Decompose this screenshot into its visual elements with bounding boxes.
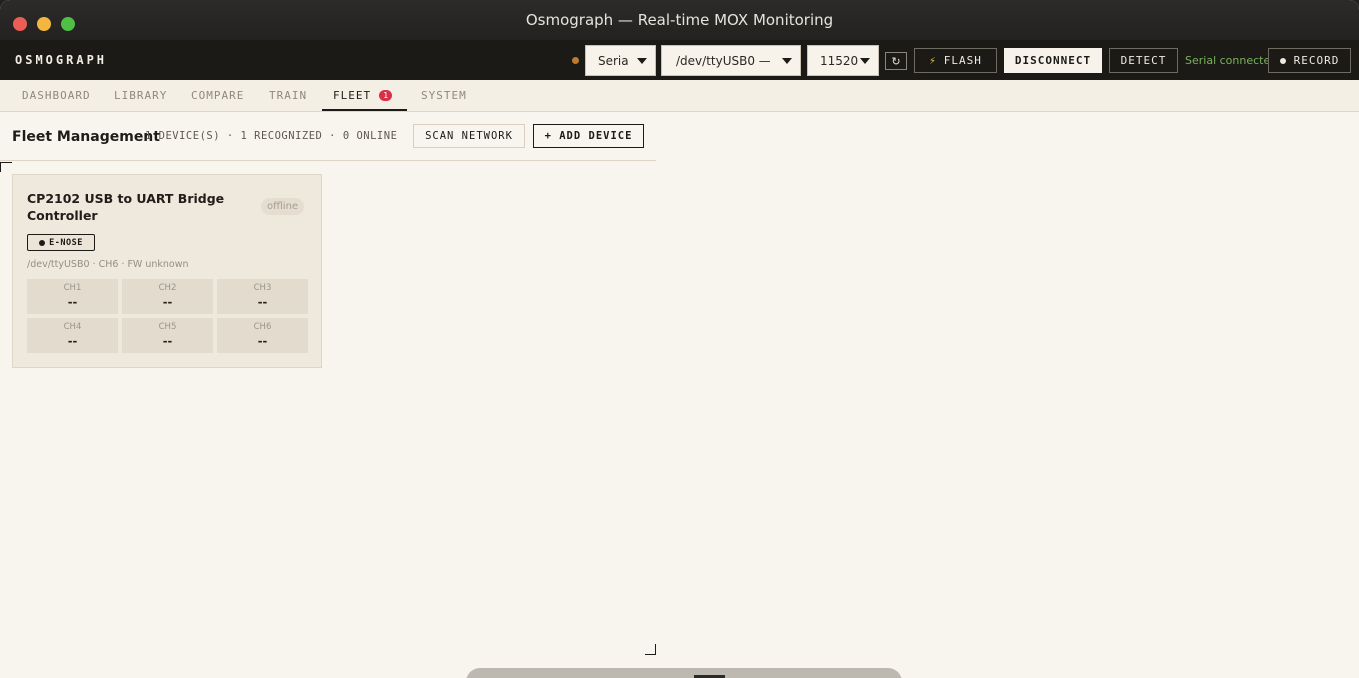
baud-rate-select[interactable]: 11520 (807, 45, 879, 76)
lightning-icon: ⚡ (929, 54, 937, 67)
main-tabs: DASHBOARD LIBRARY COMPARE TRAIN FLEET 1 S… (0, 80, 1359, 112)
channel-label: CH1 (63, 283, 82, 293)
channel-cell: CH4 -- (27, 318, 118, 353)
detect-label: DETECT (1120, 54, 1167, 67)
header-divider (0, 160, 656, 161)
channel-grid: CH1 -- CH2 -- CH3 -- CH4 -- CH5 -- CH6 -… (27, 279, 308, 353)
serial-status-text: Serial connected (1185, 54, 1278, 67)
disconnect-button[interactable]: DISCONNECT (1004, 48, 1102, 73)
record-label: RECORD (1293, 54, 1340, 67)
flash-button[interactable]: ⚡ FLASH (914, 48, 997, 73)
status-badge: offline (261, 198, 305, 215)
channel-value: -- (257, 295, 268, 309)
record-dot-icon (1279, 57, 1286, 64)
connection-status-dot (572, 57, 579, 64)
tab-system[interactable]: SYSTEM (421, 89, 467, 102)
detect-button[interactable]: DETECT (1109, 48, 1178, 73)
channel-cell: CH5 -- (122, 318, 213, 353)
chevron-down-icon (637, 58, 647, 64)
fleet-panel: Fleet Management 1 DEVICE(S) · 1 RECOGNI… (0, 112, 1359, 678)
connection-type-value: Seria (598, 53, 629, 68)
dock-bar (466, 668, 902, 678)
connection-type-select[interactable]: Seria (585, 45, 656, 76)
channel-label: CH2 (158, 283, 177, 293)
channel-value: -- (67, 295, 78, 309)
add-device-button[interactable]: + ADD DEVICE (533, 124, 644, 148)
close-window-button[interactable] (13, 17, 27, 31)
selection-corner-bottom-right (645, 644, 656, 655)
device-type-label: E-NOSE (49, 237, 83, 248)
fleet-stats: 1 DEVICE(S) · 1 RECOGNIZED · 0 ONLINE (145, 130, 398, 142)
title-bar: Osmograph — Real-time MOX Monitoring (0, 0, 1359, 40)
page-title: Fleet Management (12, 129, 160, 145)
tab-dashboard[interactable]: DASHBOARD (22, 89, 91, 102)
selection-corner-top-left (0, 162, 12, 172)
flash-label: FLASH (943, 54, 982, 67)
refresh-icon: ↻ (891, 55, 901, 68)
channel-cell: CH6 -- (217, 318, 308, 353)
channel-label: CH3 (253, 283, 272, 293)
channel-value: -- (257, 334, 268, 348)
tag-dot-icon (39, 239, 46, 246)
channel-value: -- (67, 334, 78, 348)
device-name: CP2102 USB to UART Bridge Controller (27, 191, 225, 223)
tab-library[interactable]: LIBRARY (114, 89, 167, 102)
window-controls (13, 17, 75, 31)
channel-value: -- (162, 334, 173, 348)
active-tab-indicator (322, 109, 407, 111)
refresh-ports-button[interactable]: ↻ (885, 52, 907, 70)
record-button[interactable]: RECORD (1268, 48, 1351, 73)
channel-cell: CH3 -- (217, 279, 308, 314)
channel-label: CH6 (253, 322, 272, 332)
port-value: /dev/ttyUSB0 — ES (676, 53, 770, 68)
device-card[interactable]: CP2102 USB to UART Bridge Controller off… (12, 174, 322, 368)
tab-compare[interactable]: COMPARE (191, 89, 244, 102)
scan-network-button[interactable]: SCAN NETWORK (413, 124, 525, 148)
tab-train[interactable]: TRAIN (269, 89, 307, 102)
fleet-count-badge: 1 (379, 90, 393, 101)
app-logo: OSMOGRAPH (15, 53, 108, 67)
channel-label: CH4 (63, 322, 82, 332)
channel-value: -- (162, 295, 173, 309)
window-title: Osmograph — Real-time MOX Monitoring (525, 11, 834, 29)
baud-rate-value: 11520 (820, 53, 859, 68)
channel-label: CH5 (158, 322, 177, 332)
channel-cell: CH2 -- (122, 279, 213, 314)
chevron-down-icon (782, 58, 792, 64)
tab-fleet-label: FLEET (333, 89, 372, 102)
port-select[interactable]: /dev/ttyUSB0 — ES (661, 45, 801, 76)
tab-fleet[interactable]: FLEET 1 (333, 89, 393, 102)
device-type-tag: E-NOSE (27, 234, 95, 251)
disconnect-label: DISCONNECT (1014, 54, 1092, 67)
device-meta: /dev/ttyUSB0 · CH6 · FW unknown (27, 259, 189, 270)
chevron-down-icon (860, 58, 870, 64)
channel-cell: CH1 -- (27, 279, 118, 314)
maximize-window-button[interactable] (61, 17, 75, 31)
app-window: Osmograph — Real-time MOX Monitoring OSM… (0, 0, 1359, 678)
minimize-window-button[interactable] (37, 17, 51, 31)
